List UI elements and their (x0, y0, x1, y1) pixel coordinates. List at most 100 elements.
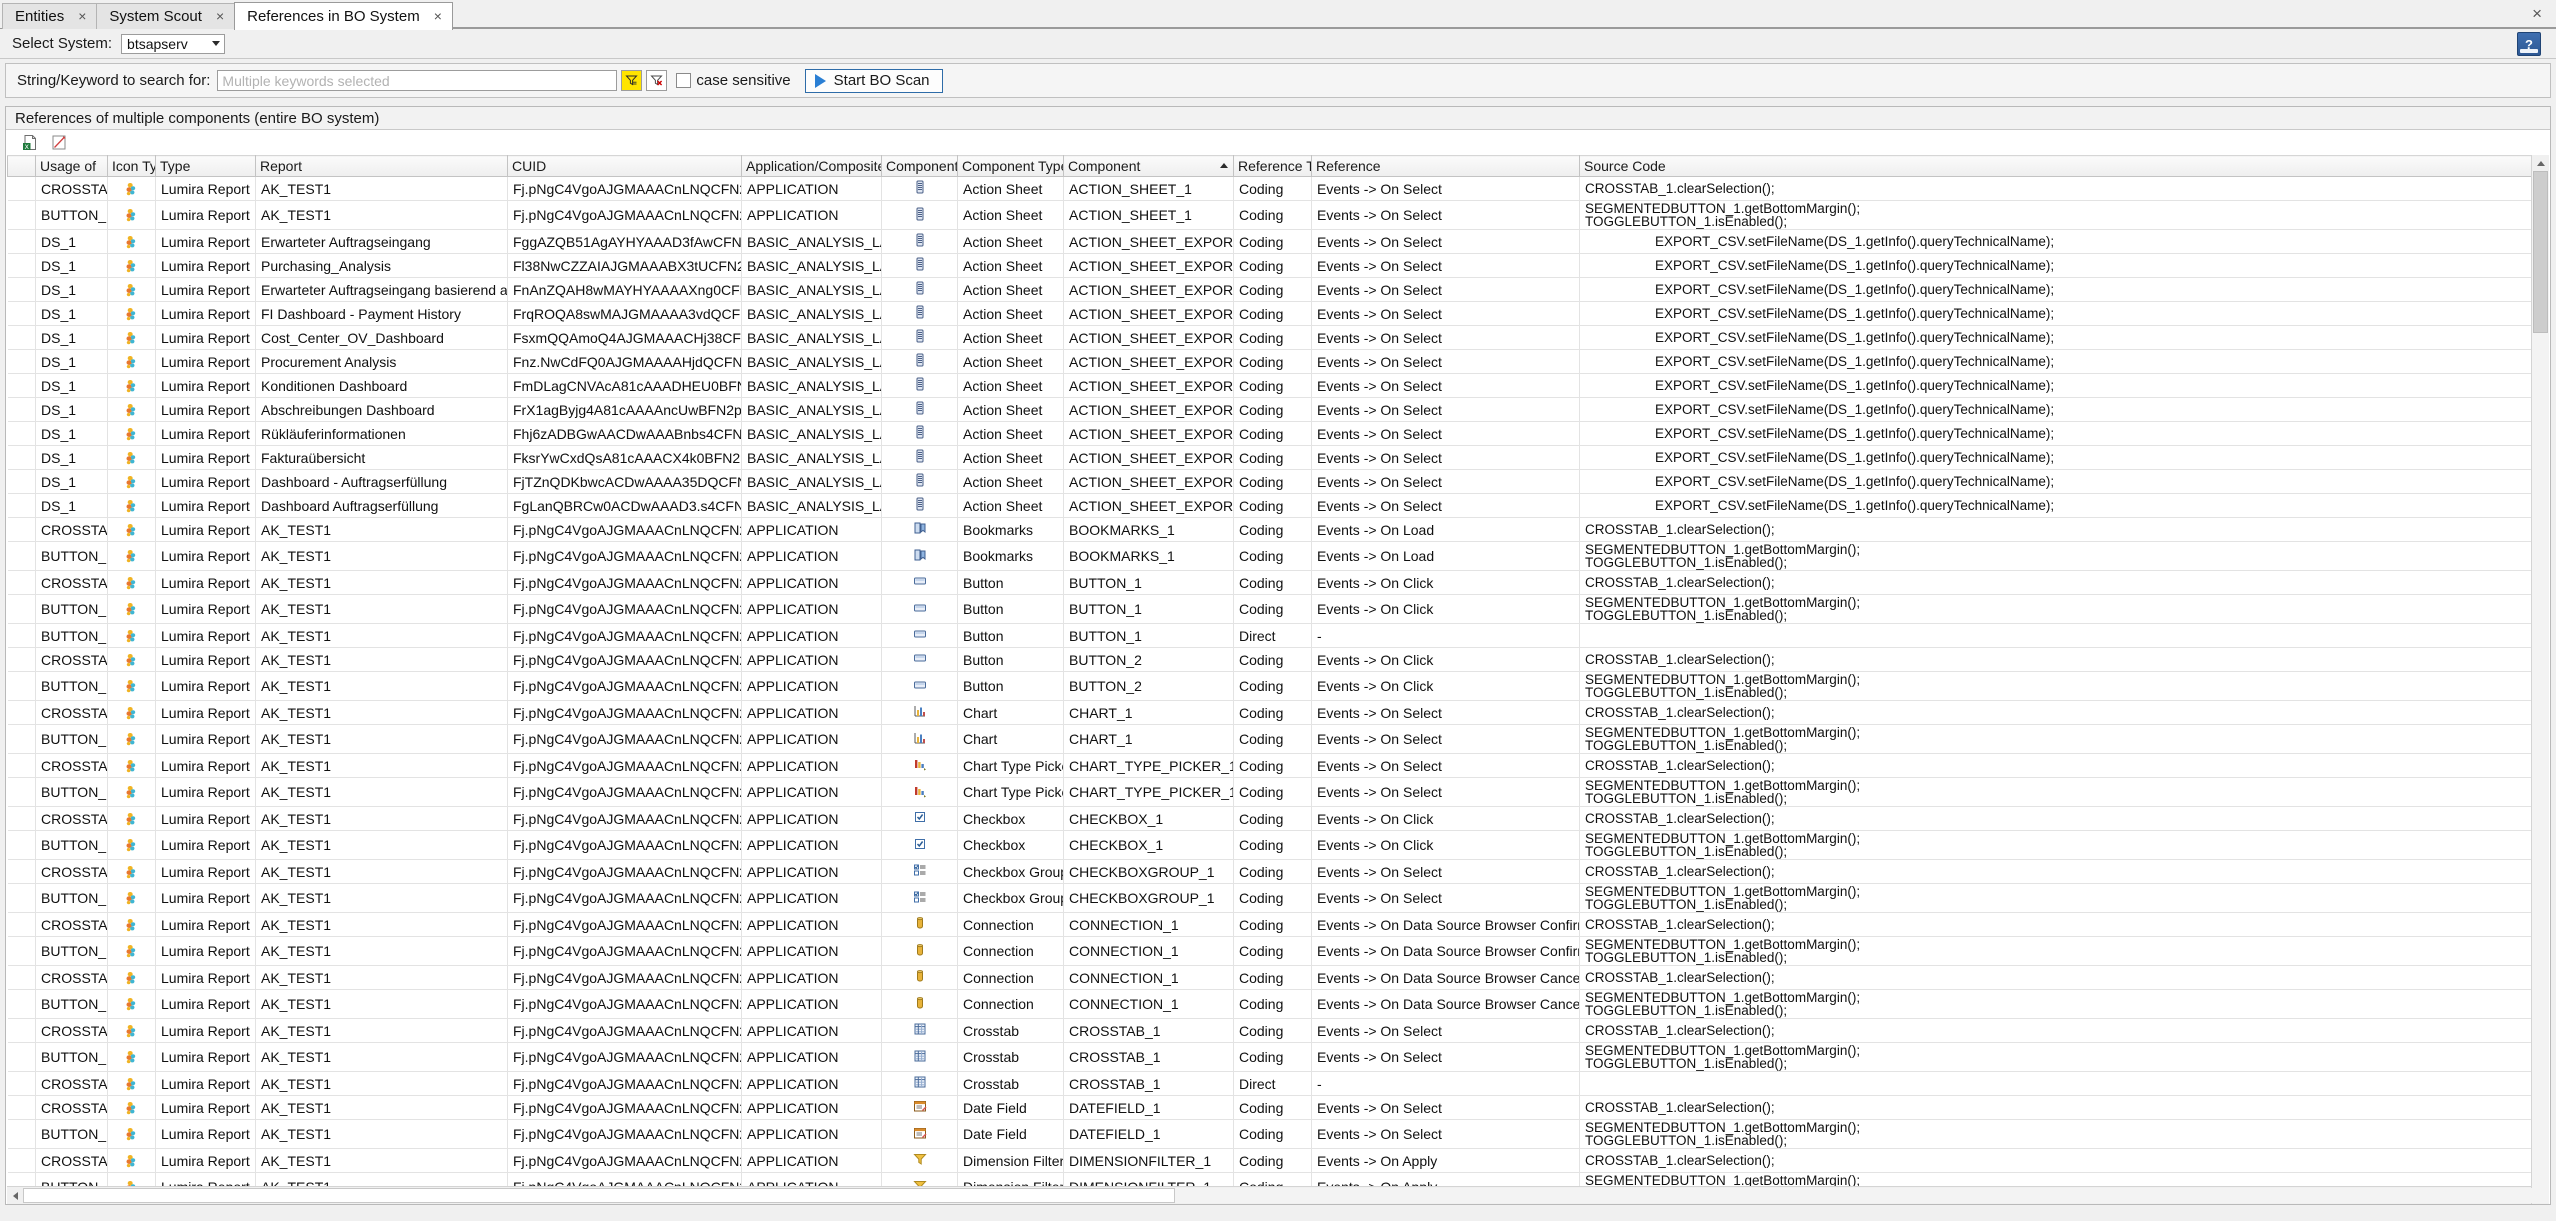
cell-reference-type: Coding (1233, 594, 1312, 624)
table-row[interactable]: BUTTON_1 Lumira ReportAK_TEST1Fj.pNgC4Vgo… (7, 541, 2542, 571)
horizontal-scrollbar[interactable] (7, 1186, 2549, 1204)
column-header-reference-type[interactable]: Reference Type (1233, 155, 1312, 177)
table-row[interactable]: BUTTON_1 Lumira ReportAK_TEST1Fj.pNgC4Vgo… (7, 594, 2542, 624)
column-header-usage-of[interactable]: Usage of (35, 155, 108, 177)
table-row[interactable]: BUTTON_1 Lumira ReportAK_TEST1Fj.pNgC4Vgo… (7, 936, 2542, 966)
table-row[interactable]: CROSSTAB_1 Lumira ReportAK_TEST1Fj.pNgC4V… (7, 647, 2542, 672)
column-header-component[interactable]: Component (1063, 155, 1234, 177)
table-row[interactable]: BUTTON_1 Lumira ReportAK_TEST1Fj.pNgC4Vgo… (7, 724, 2542, 754)
table-row[interactable]: DS_1 Lumira Report Cost_Center_OV_Dashboar… (7, 325, 2542, 350)
case-sensitive-checkbox[interactable] (676, 73, 692, 88)
cell-reference-type: Coding (1233, 570, 1312, 595)
column-header-application-composite[interactable]: Application/Composite (741, 155, 882, 177)
cell-usage-of: DS_1 (35, 301, 108, 326)
tab-close-icon[interactable]: × (78, 4, 86, 29)
table-row[interactable]: BUTTON_1 Lumira ReportAK_TEST1Fj.pNgC4Vgo… (7, 623, 2542, 648)
column-header-reference[interactable]: Reference (1311, 155, 1580, 177)
column-header-cuid[interactable]: CUID (507, 155, 742, 177)
row-selector-cell (7, 229, 36, 254)
cell-source-code (1579, 623, 2542, 648)
table-row[interactable]: CROSSTAB_1 Lumira ReportAK_TEST1Fj.pNgC4V… (7, 176, 2542, 201)
table-row[interactable]: DS_1 Lumira Report Dashboard - Auftragserf… (7, 469, 2542, 494)
table-row[interactable]: CROSSTAB_1 Lumira ReportAK_TEST1Fj.pNgC4V… (7, 1148, 2542, 1173)
tab-system-scout[interactable]: System Scout × (96, 3, 236, 29)
horizontal-scroll-track[interactable] (23, 1188, 2549, 1203)
column-header-rownum[interactable] (7, 155, 36, 177)
cell-reference-type: Coding (1233, 493, 1312, 518)
vertical-scroll-track[interactable] (2532, 171, 2549, 1188)
start-bo-scan-button[interactable]: Start BO Scan (804, 68, 943, 93)
scroll-left-button[interactable] (7, 1188, 23, 1203)
table-row[interactable]: BUTTON_1 Lumira ReportAK_TEST1Fj.pNgC4Vgo… (7, 1042, 2542, 1072)
column-header-source-code[interactable]: Source Code (1579, 155, 2542, 177)
table-row[interactable]: DS_1 Lumira Report Fakturaübersicht FksrYwC… (7, 445, 2542, 470)
column-header-report[interactable]: Report (255, 155, 508, 177)
table-row[interactable]: CROSSTAB_1 Lumira ReportAK_TEST1Fj.pNgC4V… (7, 700, 2542, 725)
cell-source-code: CROSSTAB_1.clearSelection(); (1579, 965, 2542, 990)
table-row[interactable]: BUTTON_1 Lumira ReportAK_TEST1Fj.pNgC4Vgo… (7, 777, 2542, 807)
column-header-component-type[interactable]: Component Type (957, 155, 1064, 177)
table-row[interactable]: CROSSTAB_1 Lumira ReportAK_TEST1Fj.pNgC4V… (7, 1018, 2542, 1043)
vertical-scroll-thumb[interactable] (2533, 171, 2548, 333)
scroll-up-button[interactable] (2532, 155, 2549, 171)
tab-close-icon[interactable]: × (434, 3, 442, 30)
table-row[interactable]: DS_1 Lumira Report FI Dashboard - Payment … (7, 301, 2542, 326)
help-book-icon[interactable]: ? (2517, 32, 2541, 56)
table-row[interactable]: CROSSTAB_1 Lumira ReportAK_TEST1Fj.pNgC4V… (7, 912, 2542, 937)
table-row[interactable]: BUTTON_1 Lumira ReportAK_TEST1Fj.pNgC4Vgo… (7, 1119, 2542, 1149)
table-row[interactable]: BUTTON_1 Lumira ReportAK_TEST1Fj.pNgC4Vgo… (7, 1172, 2542, 1186)
export-excel-icon[interactable]: X (22, 134, 39, 151)
table-row[interactable]: DS_1 Lumira Report Procurement Analysis Fnz… (7, 349, 2542, 374)
cell-component: DIMENSIONFILTER_1 (1063, 1148, 1234, 1173)
cell-icon-type (107, 1018, 156, 1043)
window-close-icon[interactable]: × (2532, 4, 2542, 24)
tab-entities[interactable]: Entities × (2, 3, 98, 29)
tab-close-icon[interactable]: × (216, 4, 224, 29)
cell-usage-of: DS_1 (35, 373, 108, 398)
vertical-scrollbar[interactable] (2531, 155, 2549, 1204)
sort-ascending-icon (1220, 163, 1228, 168)
cell-report: Konditionen Dashboard (255, 373, 508, 398)
edit-note-icon[interactable] (51, 134, 68, 151)
filter-icon[interactable] (621, 70, 643, 91)
column-header-component-icon[interactable]: Component Icon (881, 155, 958, 177)
column-header-icon-type[interactable]: Icon Type (107, 155, 156, 177)
table-row[interactable]: BUTTON_1 Lumira ReportAK_TEST1Fj.pNgC4Vgo… (7, 671, 2542, 701)
tab-references-in-bo-system[interactable]: References in BO System × (234, 2, 453, 30)
table-row[interactable]: CROSSTAB_1 Lumira ReportAK_TEST1Fj.pNgC4V… (7, 859, 2542, 884)
table-row[interactable]: CROSSTAB_1 Lumira ReportAK_TEST1Fj.pNgC4V… (7, 517, 2542, 542)
table-row[interactable]: CROSSTAB_1 Lumira ReportAK_TEST1Fj.pNgC4V… (7, 753, 2542, 778)
cell-reference: Events -> On Select (1311, 229, 1580, 254)
table-row[interactable]: CROSSTAB_1 Lumira ReportAK_TEST1Fj.pNgC4V… (7, 1095, 2542, 1120)
action-sheet-icon (881, 421, 958, 446)
table-row[interactable]: DS_1 Lumira Report Rükläuferinformationen F… (7, 421, 2542, 446)
cell-application-composite: APPLICATION (741, 647, 882, 672)
table-row[interactable]: DS_1 Lumira Report Erwarteter Auftragseing… (7, 229, 2542, 254)
cell-report: AK_TEST1 (255, 176, 508, 201)
case-sensitive-checkbox-wrap[interactable]: case sensitive (676, 72, 791, 89)
table-row[interactable]: CROSSTAB_1 Lumira ReportAK_TEST1Fj.pNgC4V… (7, 1071, 2542, 1096)
cell-icon-type (107, 349, 156, 374)
column-header-type[interactable]: Type (155, 155, 256, 177)
table-row[interactable]: BUTTON_1 Lumira ReportAK_TEST1Fj.pNgC4Vgo… (7, 830, 2542, 860)
case-sensitive-label: case sensitive (696, 72, 791, 89)
table-row[interactable]: DS_1 Lumira Report Purchasing_Analysis Fl38… (7, 253, 2542, 278)
cell-type: Lumira Report (155, 176, 256, 201)
system-dropdown[interactable]: btsapserv (121, 33, 226, 54)
table-row[interactable]: CROSSTAB_1 Lumira ReportAK_TEST1Fj.pNgC4V… (7, 570, 2542, 595)
search-input[interactable] (217, 70, 618, 91)
table-row[interactable]: DS_1 Lumira Report Konditionen Dashboard Fm… (7, 373, 2542, 398)
table-row[interactable]: DS_1 Lumira Report Dashboard Auftragserfül… (7, 493, 2542, 518)
table-row[interactable]: DS_1 Lumira Report Erwarteter Auftragseing… (7, 277, 2542, 302)
table-row[interactable]: BUTTON_1 Lumira ReportAK_TEST1Fj.pNgC4Vgo… (7, 883, 2542, 913)
cell-application-composite: BASIC_ANALYSIS_LAYOUT (741, 325, 882, 350)
horizontal-scroll-thumb[interactable] (23, 1188, 1175, 1203)
table-row[interactable]: CROSSTAB_1 Lumira ReportAK_TEST1Fj.pNgC4V… (7, 965, 2542, 990)
clear-filter-icon[interactable] (646, 70, 668, 91)
cell-report: Erwarteter Auftragseingang basierend auf… (255, 277, 508, 302)
table-row[interactable]: BUTTON_1 Lumira ReportAK_TEST1Fj.pNgC4Vgo… (7, 989, 2542, 1019)
chevron-down-icon (212, 41, 221, 46)
table-row[interactable]: CROSSTAB_1 Lumira ReportAK_TEST1Fj.pNgC4V… (7, 806, 2542, 831)
table-row[interactable]: BUTTON_1 Lumira ReportAK_TEST1Fj.pNgC4Vgo… (7, 200, 2542, 230)
table-row[interactable]: DS_1 Lumira Report Abschreibungen Dashboar… (7, 397, 2542, 422)
